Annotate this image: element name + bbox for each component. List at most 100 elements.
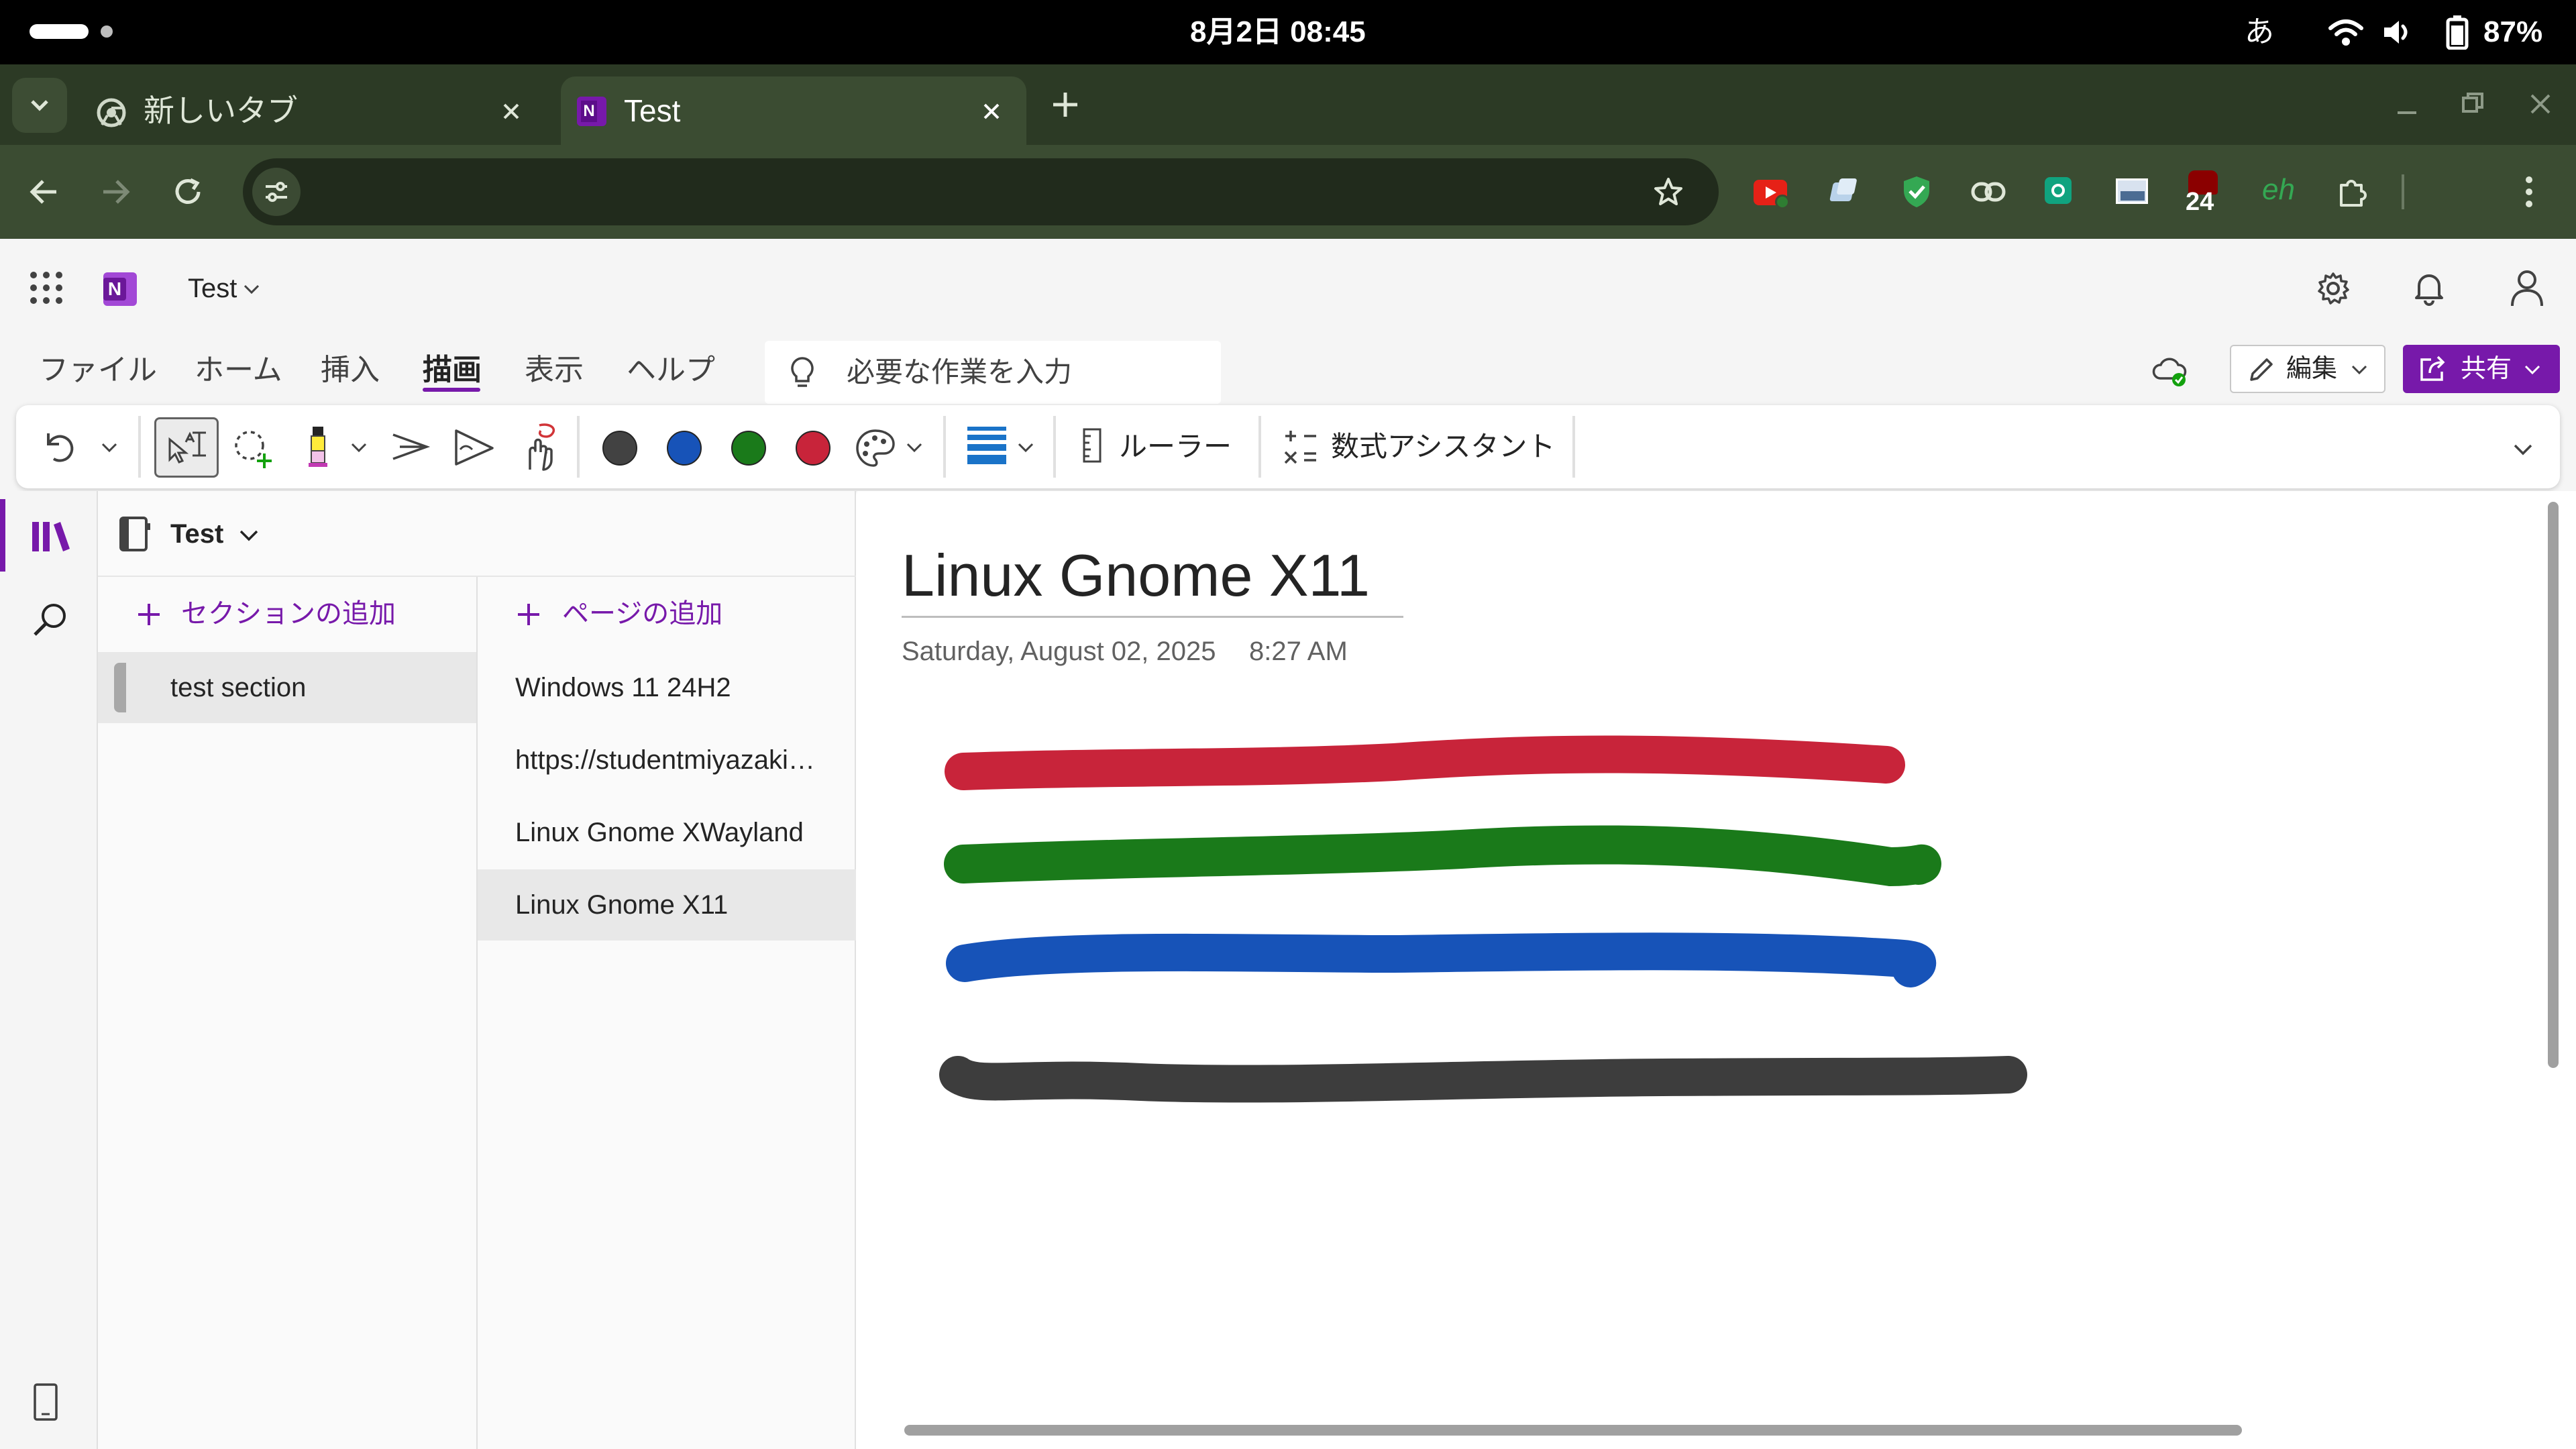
ribbon-divider [577,416,580,478]
chevron-down-icon[interactable] [1017,441,1034,453]
new-tab-plus-icon[interactable] [1051,90,1080,119]
add-section-button[interactable]: セクションの追加 [98,577,476,651]
more-vert-icon[interactable] [2524,176,2534,208]
select-tool-button[interactable] [154,417,219,478]
tab-new-tab[interactable]: 新しいタブ [79,76,557,145]
chrome-icon [97,98,126,127]
tab-title: Test [624,93,681,128]
page-name: Windows 11 24H2 [515,673,731,702]
chevron-down-icon[interactable] [906,441,923,453]
youtube-extension-icon[interactable] [1754,180,1790,209]
tab-help[interactable]: ヘルプ [627,335,715,405]
eh-extension-icon[interactable]: eh [2262,173,2295,207]
chevron-down-icon[interactable] [350,441,368,453]
device-icon[interactable] [31,1382,60,1422]
highlighter-icon[interactable] [306,424,333,468]
chatgpt-extension-icon[interactable] [2045,177,2072,204]
lasso-select-icon[interactable] [232,428,276,470]
notebook-selector[interactable]: Test [98,491,856,577]
vertical-scrollbar[interactable] [2548,502,2559,1068]
math-assistant-button[interactable]: 数式アシスタント [1277,420,1579,474]
tab-test[interactable]: N Test [561,76,1026,145]
left-rail [0,491,98,1449]
ruler-button[interactable]: ルーラー [1075,420,1279,474]
settings-gear-icon[interactable] [2316,271,2351,306]
touch-draw-icon[interactable] [517,421,564,474]
ruler-icon [1083,428,1102,463]
horizontal-scrollbar[interactable] [904,1425,2242,1436]
extensions-puzzle-icon[interactable] [2336,176,2368,208]
pen-blue[interactable] [667,431,702,466]
search-placeholder: 必要な作業を入力 [847,356,1073,388]
onenote-header: N Test [0,239,2576,335]
tab-file[interactable]: ファイル [39,335,157,405]
shield-extension-icon[interactable] [1901,174,1932,209]
notebook-title[interactable]: Test [188,268,237,309]
add-page-button[interactable]: ページの追加 [478,577,856,651]
gesture-pill-icon [30,24,89,39]
ribbon-tabs: ファイル ホーム 挿入 描画 表示 ヘルプ 必要な作業を入力 編集 共有 [0,335,2576,405]
tab-home[interactable]: ホーム [195,335,282,405]
cloud-sync-icon[interactable] [2151,354,2188,388]
stroke-thickness-icon[interactable] [966,425,1008,466]
pen-red[interactable] [796,431,830,466]
site-info-button[interactable] [252,168,301,216]
edit-mode-button[interactable]: 編集 [2230,345,2385,393]
page-name: https://studentmiyazaki… [515,745,815,775]
section-item[interactable]: test section [98,652,476,723]
forward-arrow-icon[interactable] [101,177,131,207]
tab-insert[interactable]: 挿入 [321,335,380,405]
screenshot-extension-icon[interactable] [2116,178,2148,204]
undo-icon[interactable] [43,429,80,464]
math-icon [1284,431,1316,464]
restore-icon[interactable] [2461,91,2485,115]
page-canvas[interactable]: Linux Gnome X11 Saturday, August 02, 202… [857,491,2576,1449]
math-label: 数式アシスタント [1331,431,1556,462]
page-item[interactable]: https://studentmiyazaki… [478,724,856,796]
address-bar[interactable] [243,158,1719,225]
back-arrow-icon[interactable] [28,177,59,207]
share-icon [2420,356,2445,381]
bookmark-star-icon[interactable] [1653,177,1684,207]
search-icon[interactable] [31,601,68,639]
share-button[interactable]: 共有 [2403,345,2560,393]
tell-me-search[interactable]: 必要な作業を入力 [765,341,1221,404]
close-icon[interactable] [502,102,521,121]
ribbon-expand-chevron-icon[interactable] [2513,443,2533,456]
ink-stroke-green [944,825,1941,887]
tab-search-button[interactable] [12,78,67,133]
calendar-badge: 24 [2186,188,2214,216]
color-palette-icon[interactable] [855,428,896,468]
translate-extension-icon[interactable] [1829,177,1858,205]
reload-icon[interactable] [173,176,204,208]
ink-replay-icon[interactable] [452,428,496,467]
close-window-icon[interactable] [2529,93,2552,115]
chevron-down-icon [2351,365,2367,375]
minimize-icon[interactable] [2395,94,2419,118]
lasso-text-select-icon [168,431,206,464]
tab-view[interactable]: 表示 [525,335,584,405]
page-item[interactable]: Linux Gnome XWayland [478,797,856,868]
account-icon[interactable] [2509,268,2545,307]
bell-icon[interactable] [2414,270,2445,306]
active-tab-indicator [423,388,480,392]
page-item-selected[interactable]: Linux Gnome X11 [478,869,856,941]
app-launcher-icon[interactable] [30,271,63,305]
browser-toolbar: 24 eh [0,145,2576,239]
pen-green[interactable] [731,431,766,466]
chevron-down-icon[interactable] [101,441,118,453]
tab-draw[interactable]: 描画 [423,335,482,405]
page-item[interactable]: Windows 11 24H2 [478,652,856,723]
pen-dark-gray[interactable] [602,431,637,466]
close-icon[interactable] [982,102,1001,121]
section-color-tab [114,663,126,712]
ruler-label: ルーラー [1119,431,1232,462]
chevron-down-icon[interactable] [243,283,260,295]
ink-to-shape-icon[interactable] [389,431,431,463]
page-name: Linux Gnome XWayland [515,818,804,847]
ink-drawing[interactable] [857,491,2576,1449]
notebooks-icon[interactable] [31,519,71,553]
lightbulb-icon [791,357,814,387]
link-extension-icon[interactable] [1971,181,2006,203]
ribbon-divider [1572,416,1575,478]
